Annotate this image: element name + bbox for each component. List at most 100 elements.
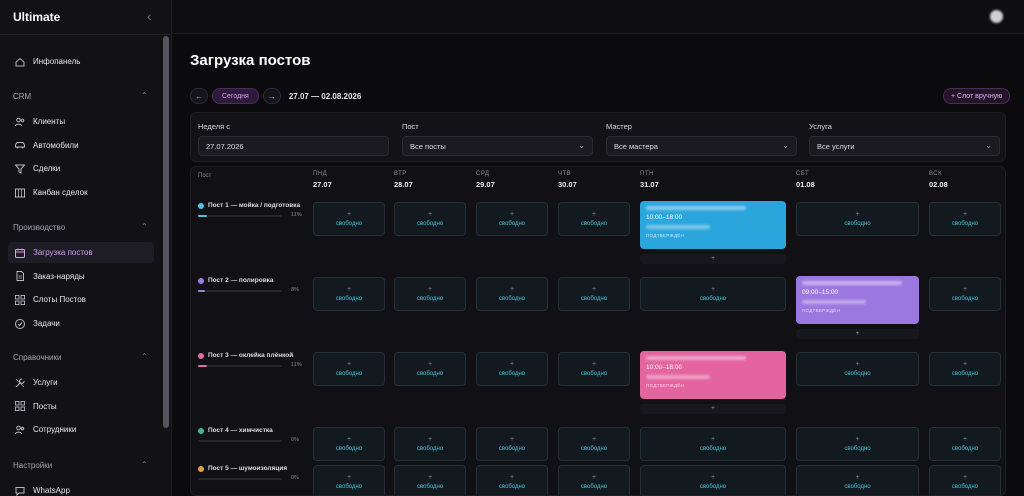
add-slot-button[interactable]: + <box>640 404 786 414</box>
collapse-sidebar-icon[interactable]: ‹ <box>147 8 152 24</box>
service-select-value: Все услуги <box>817 141 855 151</box>
prev-week-button[interactable]: ← <box>190 88 208 104</box>
sidebar-item-post-slots[interactable]: Слоты Постов <box>8 289 154 310</box>
sidebar-item-clients[interactable]: Клиенты <box>8 111 154 132</box>
free-slot[interactable]: + свободно <box>476 277 548 311</box>
plus-icon: + <box>591 474 597 481</box>
week-start-input[interactable]: 27.07.2026 <box>198 136 389 156</box>
free-slot[interactable]: + свободно <box>476 202 548 236</box>
next-week-button[interactable]: → <box>262 88 281 104</box>
service-select[interactable]: Все услуги ⌄ <box>809 136 1000 156</box>
free-slot[interactable]: + свободно <box>796 465 919 495</box>
free-slot[interactable]: + свободно <box>394 202 466 236</box>
post-load-fill <box>198 365 208 367</box>
divider <box>0 34 172 35</box>
post-select-value: Все посты <box>410 141 446 151</box>
post-select[interactable]: Все посты ⌄ <box>402 136 593 156</box>
booking-status: ПОДТВЕРЖДЁН <box>646 233 685 238</box>
free-slot[interactable]: + свободно <box>558 277 630 311</box>
free-slot[interactable]: + свободно <box>929 202 1001 236</box>
post-row-label: Пост 2 — полировка 8% <box>198 277 299 293</box>
users-icon <box>14 424 26 436</box>
plus-icon: + <box>346 474 352 481</box>
sidebar: Ultimate ‹ Инфопанель CRM ⌃ Клиенты Автомоби… <box>0 0 172 496</box>
chevron-up-icon[interactable]: ⌃ <box>141 222 148 231</box>
free-slot[interactable]: + свободно <box>313 352 385 386</box>
day-of-week: СРД <box>476 171 490 177</box>
free-slot[interactable]: + свободно <box>929 465 1001 495</box>
avatar[interactable] <box>990 10 1003 23</box>
plus-icon: + <box>591 211 597 218</box>
booking-card[interactable]: 10:00–18:00 ПОДТВЕРЖДЁН <box>640 351 786 399</box>
add-slot-button[interactable]: + <box>796 329 919 339</box>
sidebar-item-tasks[interactable]: Задачи <box>8 313 154 334</box>
post-name: Пост 1 — мойка / подготовка <box>198 202 300 209</box>
chevron-up-icon[interactable]: ⌃ <box>141 460 148 469</box>
free-slot[interactable]: + свободно <box>558 202 630 236</box>
master-select[interactable]: Все мастера ⌄ <box>606 136 797 156</box>
chevron-up-icon[interactable]: ⌃ <box>141 91 148 100</box>
free-slot[interactable]: + свободно <box>558 427 630 461</box>
post-color-dot <box>198 202 204 209</box>
booking-card[interactable]: 09:00–15:00 ПОДТВЕРЖДЁН <box>796 276 919 324</box>
sidebar-item-label: Инфопанель <box>33 57 81 66</box>
booking-card[interactable]: 10:00–18:00 ПОДТВЕРЖДЁН <box>640 201 786 249</box>
free-slot[interactable]: + свободно <box>640 427 786 461</box>
sidebar-item-employees[interactable]: Сотрудники <box>8 419 154 440</box>
sidebar-item-posts[interactable]: Посты <box>8 396 154 417</box>
sidebar-item-dashboard[interactable]: Инфопанель <box>8 51 154 72</box>
free-slot[interactable]: + свободно <box>313 202 385 236</box>
free-label: свободно <box>844 446 871 452</box>
sidebar-item-whatsapp[interactable]: WhatsApp <box>8 480 154 496</box>
free-slot[interactable]: + свободно <box>476 465 548 495</box>
free-slot[interactable]: + свободно <box>394 352 466 386</box>
sidebar-item-deals-kanban[interactable]: Канбан сделок <box>8 182 154 203</box>
chevron-up-icon[interactable]: ⌃ <box>141 352 148 361</box>
free-label: свободно <box>699 446 727 452</box>
sidebar-item-post-load[interactable]: Загрузка постов <box>8 242 154 263</box>
free-label: свободно <box>335 221 363 227</box>
free-slot[interactable]: + свободно <box>394 427 466 461</box>
free-label: свободно <box>498 484 526 490</box>
free-slot[interactable]: + свободно <box>394 465 466 495</box>
sidebar-item-label: Клиенты <box>33 117 66 126</box>
free-label: свободно <box>498 296 526 302</box>
sidebar-item-cars[interactable]: Автомобили <box>8 135 154 156</box>
free-slot[interactable]: + свободно <box>313 277 385 311</box>
free-slot[interactable]: + свободно <box>796 427 919 461</box>
sidebar-item-deals[interactable]: Сделки <box>8 158 154 179</box>
free-slot[interactable]: + свободно <box>796 352 919 386</box>
sidebar-item-services[interactable]: Услуги <box>8 372 154 393</box>
free-slot[interactable]: + свободно <box>558 465 630 495</box>
free-slot[interactable]: + свободно <box>394 277 466 311</box>
day-date: 29.07 <box>476 180 495 189</box>
day-date: 28.07 <box>394 180 413 189</box>
day-date: 02.08 <box>929 180 948 189</box>
free-slot[interactable]: + свободно <box>313 465 385 495</box>
booking-status: ПОДТВЕРЖДЁН <box>802 308 841 313</box>
free-slot[interactable]: + свободно <box>640 465 786 495</box>
free-label: свободно <box>335 484 363 490</box>
free-slot[interactable]: + свободно <box>640 277 786 311</box>
post-color-dot <box>198 277 204 284</box>
post-name-text: Пост 1 — мойка / подготовка <box>208 202 301 209</box>
today-button[interactable]: Сегодня <box>212 88 259 104</box>
plus-icon: + <box>509 474 515 481</box>
sidebar-scrollbar[interactable] <box>163 36 169 428</box>
free-slot[interactable]: + свободно <box>929 352 1001 386</box>
post-column-header: Пост <box>198 173 212 179</box>
free-slot[interactable]: + свободно <box>313 427 385 461</box>
sidebar-item-work-orders[interactable]: Заказ-наряды <box>8 266 154 287</box>
add-slot-button[interactable]: + <box>640 254 786 264</box>
free-slot[interactable]: + свободно <box>558 352 630 386</box>
post-name-text: Пост 2 — полировка <box>208 277 274 284</box>
free-slot[interactable]: + свободно <box>796 202 919 236</box>
day-column-header: ЧТВ 30.07 <box>558 171 577 189</box>
free-label: свободно <box>580 484 608 490</box>
free-slot[interactable]: + свободно <box>929 277 1001 311</box>
free-label: свободно <box>844 484 871 490</box>
add-manual-slot-button[interactable]: + Слот вручную <box>943 88 1011 104</box>
free-slot[interactable]: + свободно <box>476 427 548 461</box>
free-slot[interactable]: + свободно <box>476 352 548 386</box>
free-slot[interactable]: + свободно <box>929 427 1001 461</box>
